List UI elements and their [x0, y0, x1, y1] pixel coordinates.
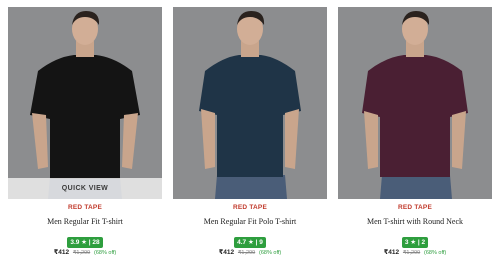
product-mrp: ₹1,299 [237, 250, 256, 256]
product-card[interactable]: RED TAPE Men T-shirt with Round Neck 3 ★… [338, 7, 492, 256]
product-title[interactable]: Men T-shirt with Round Neck [338, 217, 492, 226]
product-title[interactable]: Men Regular Fit Polo T-shirt [173, 217, 327, 226]
product-title[interactable]: Men Regular Fit T-shirt [8, 217, 162, 226]
product-brand: RED TAPE [233, 204, 267, 211]
rating-badge: 4.7 ★ | 9 [234, 237, 266, 248]
product-price: ₹412 [383, 249, 400, 256]
product-price: ₹412 [218, 249, 235, 256]
rating-badge: 3.9 ★ | 28 [67, 237, 103, 248]
product-image[interactable]: QUICK VIEW [8, 7, 162, 199]
product-mrp: ₹1,299 [402, 250, 421, 256]
product-mrp: ₹1,299 [72, 250, 91, 256]
model-photo [8, 7, 162, 199]
product-card[interactable]: RED TAPE Men Regular Fit Polo T-shirt 4.… [173, 7, 327, 256]
product-discount: (68% off) [94, 250, 117, 256]
product-price: ₹412 [53, 249, 70, 256]
rating-badge: 3 ★ | 2 [401, 237, 429, 248]
quick-view-button[interactable]: QUICK VIEW [8, 178, 162, 199]
product-image[interactable] [173, 7, 327, 199]
product-card[interactable]: QUICK VIEW RED TAPE Men Regular Fit T-sh… [8, 7, 162, 256]
product-discount: (68% off) [424, 250, 447, 256]
model-photo [338, 7, 492, 199]
product-brand: RED TAPE [68, 204, 102, 211]
product-brand: RED TAPE [398, 204, 432, 211]
product-image[interactable] [338, 7, 492, 199]
model-photo [173, 7, 327, 199]
product-discount: (68% off) [259, 250, 282, 256]
